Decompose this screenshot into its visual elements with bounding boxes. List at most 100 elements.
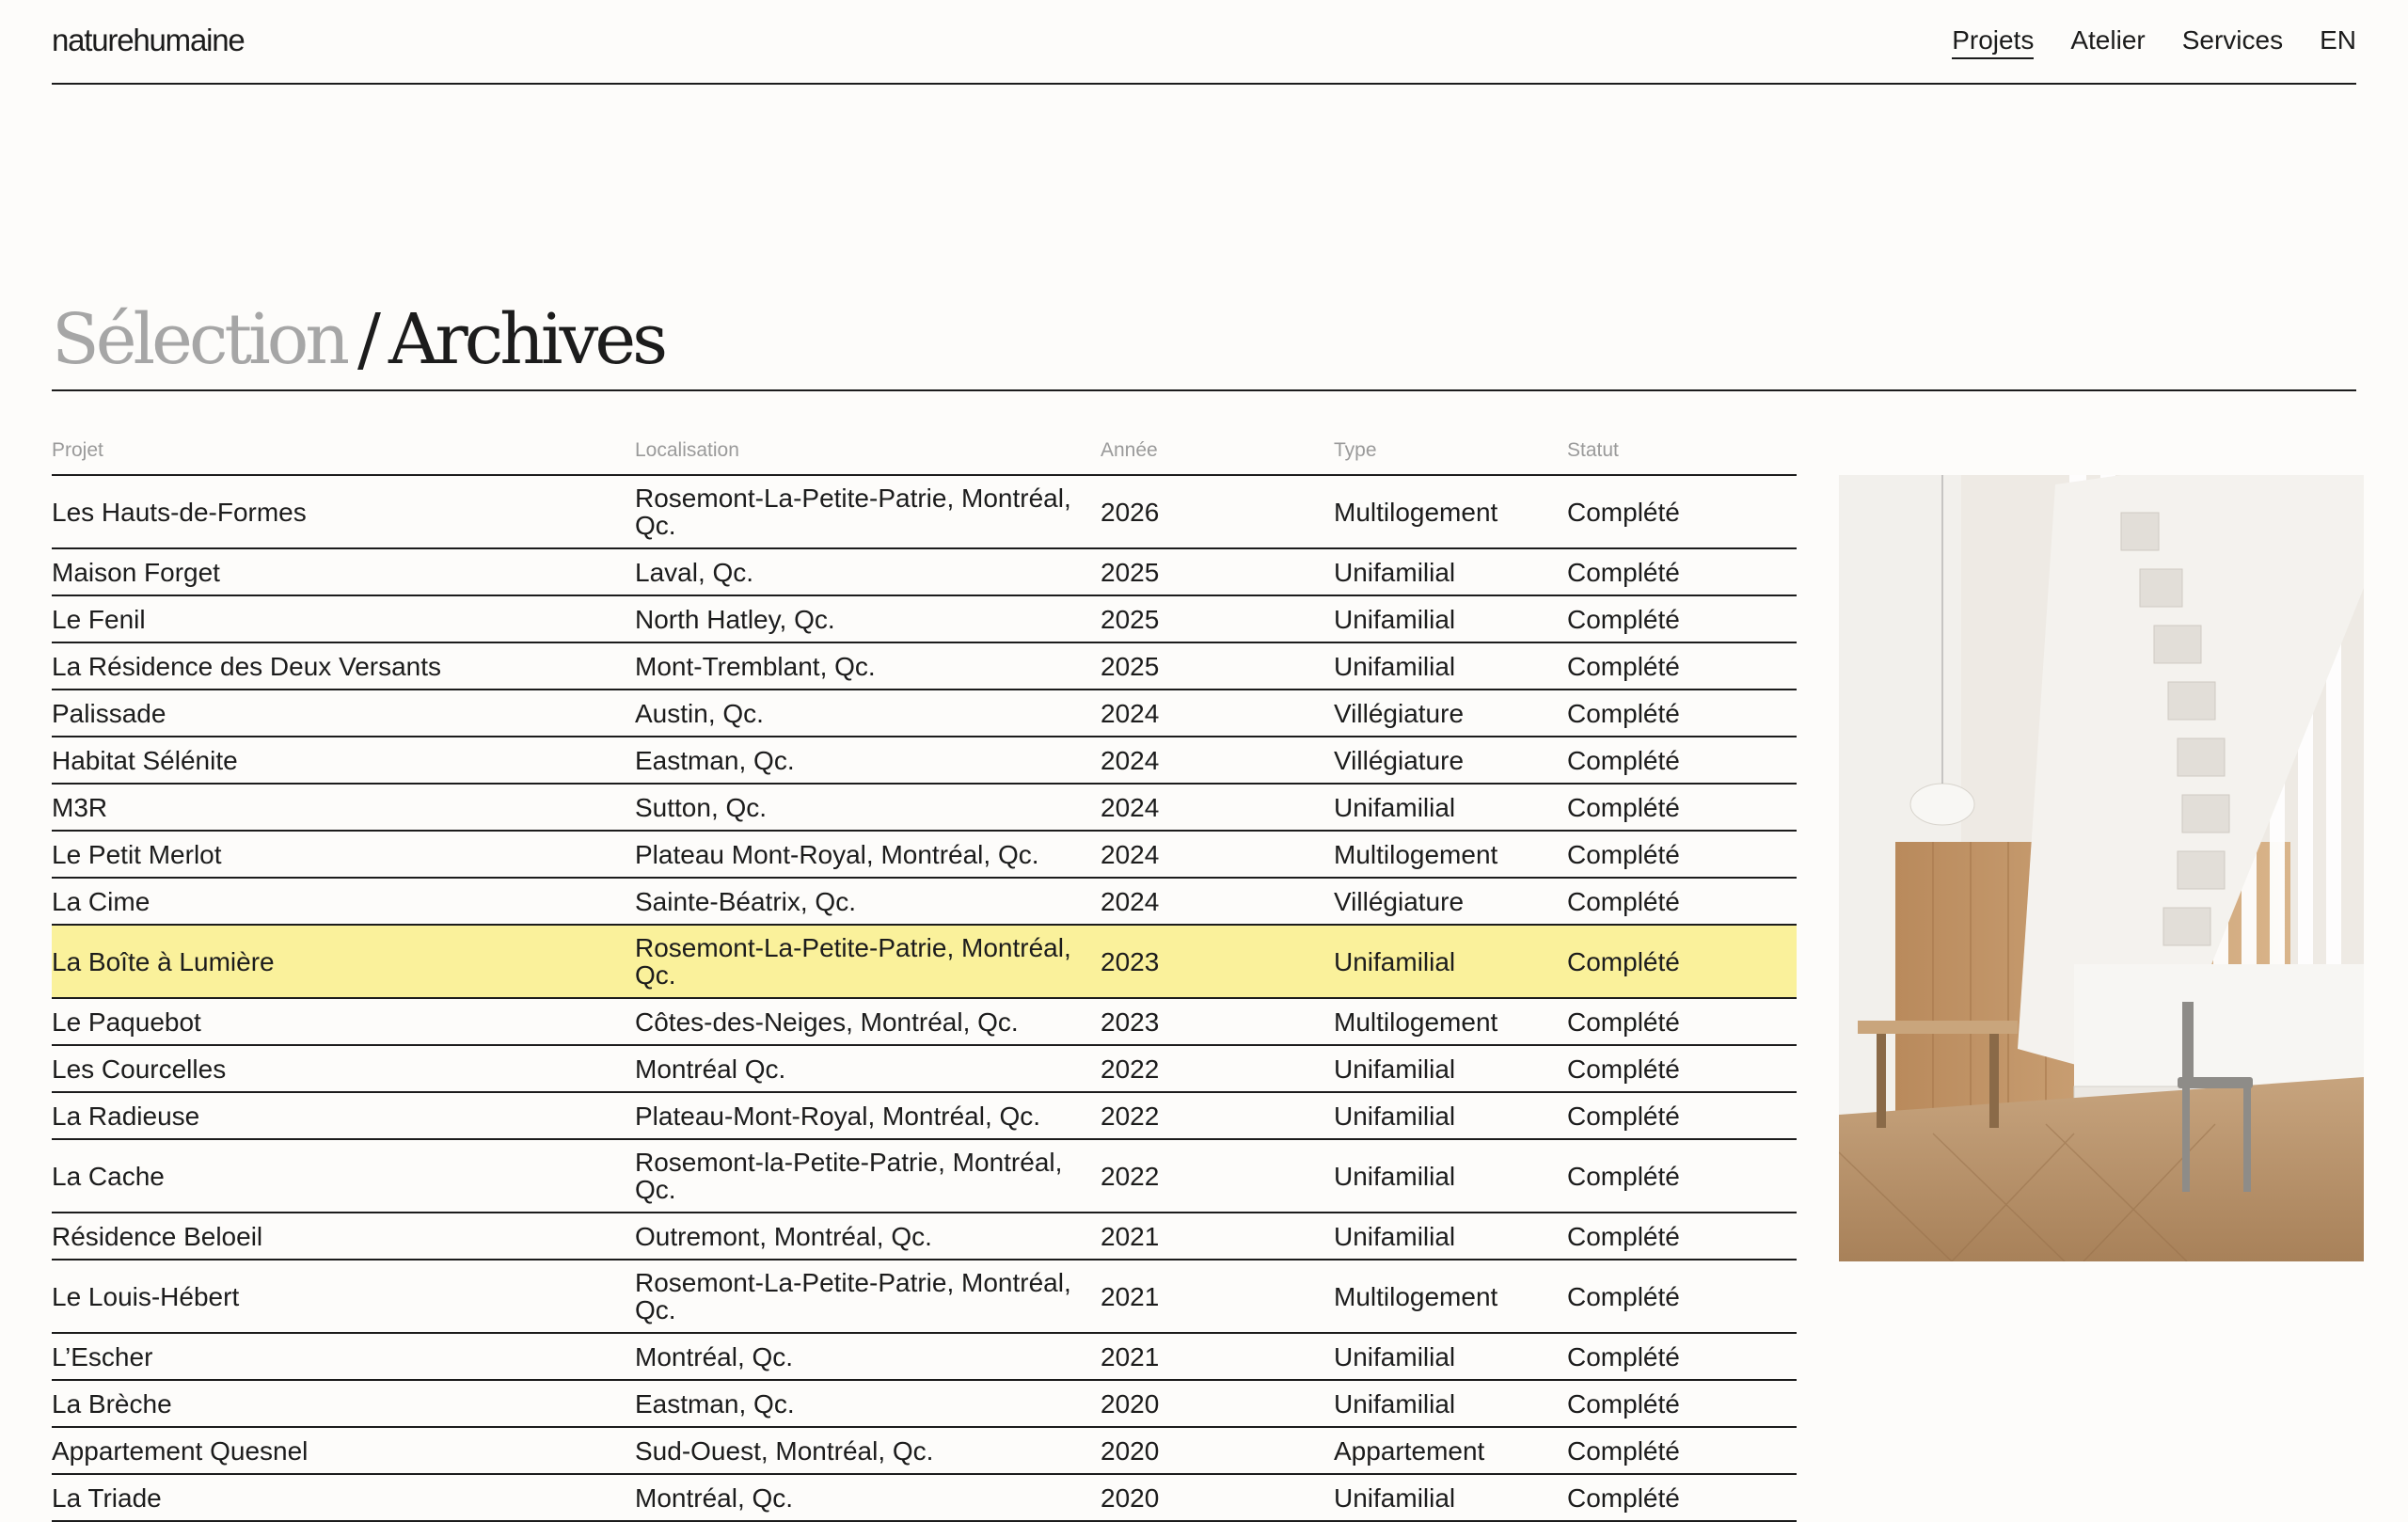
table-row[interactable]: Palissade Austin, Qc. 2024 Villégiature Comp…: [52, 690, 1797, 737]
year-cell: 2023: [1101, 1007, 1160, 1037]
project-name-cell: La Cime: [52, 886, 150, 916]
location-cell: Outremont, Montréal, Qc.: [635, 1221, 932, 1251]
nav-projets[interactable]: Projets: [1952, 25, 2035, 59]
table-row[interactable]: La Cime Sainte-Béatrix, Qc. 2024 Villégiatu…: [52, 879, 1797, 926]
year-cell: 2020: [1101, 1435, 1160, 1466]
project-name-cell: Résidence Beloeil: [52, 1221, 263, 1251]
year-cell: 2025: [1101, 651, 1160, 681]
table-row[interactable]: La Cache Rosemont-la-Petite-Patrie, Montr…: [52, 1140, 1797, 1213]
table-row[interactable]: La Radieuse Plateau-Mont-Royal, Montréal,…: [52, 1093, 1797, 1140]
projects-table: Projet Localisation Année Type Statut Le…: [52, 421, 1797, 1522]
status-cell: Complété: [1567, 1161, 1680, 1191]
table-row[interactable]: Appartement Quesnel Sud-Ouest, Montréal, …: [52, 1428, 1797, 1475]
status-cell: Complété: [1567, 745, 1680, 775]
location-cell: Rosemont-La-Petite-Patrie, Montréal, Qc.: [635, 933, 1071, 990]
table-row[interactable]: Résidence Beloeil Outremont, Montréal, Qc…: [52, 1213, 1797, 1260]
type-cell: Unifamilial: [1334, 604, 1456, 634]
location-cell: Rosemont-La-Petite-Patrie, Montréal, Qc.: [635, 1268, 1071, 1324]
type-cell: Multilogement: [1334, 839, 1498, 869]
location-cell: Montréal, Qc.: [635, 1482, 794, 1513]
selection-view-link[interactable]: Sélection: [52, 299, 350, 380]
year-cell: 2022: [1101, 1101, 1160, 1131]
year-cell: 2024: [1101, 886, 1160, 916]
type-cell: Multilogement: [1334, 1281, 1498, 1311]
page-title-section: Sélection / Archives: [52, 282, 2356, 391]
status-cell: Complété: [1567, 1388, 1680, 1419]
table-row[interactable]: Le Fenil North Hatley, Qc. 2025 Unifamilial…: [52, 596, 1797, 643]
project-name-cell: La Triade: [52, 1482, 162, 1513]
year-cell: 2026: [1101, 497, 1160, 527]
table-row[interactable]: Habitat Sélénite Eastman, Qc. 2024 Villégia…: [52, 737, 1797, 785]
status-cell: Complété: [1567, 1341, 1680, 1371]
project-name-cell: Les Hauts-de-Formes: [52, 497, 307, 527]
project-name-cell: La Cache: [52, 1161, 165, 1191]
year-cell: 2021: [1101, 1221, 1160, 1251]
type-cell: Unifamilial: [1334, 1341, 1456, 1371]
location-cell: Eastman, Qc.: [635, 745, 795, 775]
type-cell: Multilogement: [1334, 497, 1498, 527]
year-cell: 2021: [1101, 1281, 1160, 1311]
project-name-cell: Les Courcelles: [52, 1054, 227, 1084]
table-row[interactable]: Le Louis-Hébert Rosemont-La-Petite-Patrie…: [52, 1260, 1797, 1334]
year-cell: 2020: [1101, 1482, 1160, 1513]
column-header-projet: Projet: [52, 439, 103, 461]
type-cell: Villégiature: [1334, 886, 1465, 916]
status-cell: Complété: [1567, 1482, 1680, 1513]
table-row[interactable]: La Brèche Eastman, Qc. 2020 Unifamilial Comp…: [52, 1381, 1797, 1428]
location-cell: Sud-Ouest, Montréal, Qc.: [635, 1435, 934, 1466]
table-row[interactable]: La Triade Montréal, Qc. 2020 Unifamilial Com…: [52, 1475, 1797, 1522]
status-cell: Complété: [1567, 497, 1680, 527]
status-cell: Complété: [1567, 1435, 1680, 1466]
table-row[interactable]: Les Hauts-de-Formes Rosemont-La-Petite-Pa…: [52, 476, 1797, 549]
project-name-cell: La Radieuse: [52, 1101, 200, 1131]
project-name-cell: Le Louis-Hébert: [52, 1281, 240, 1311]
location-cell: Mont-Tremblant, Qc.: [635, 651, 876, 681]
location-cell: Sainte-Béatrix, Qc.: [635, 886, 856, 916]
table-row[interactable]: La Résidence des Deux Versants Mont-Tremb…: [52, 643, 1797, 690]
status-cell: Complété: [1567, 1281, 1680, 1311]
location-cell: Sutton, Qc.: [635, 792, 768, 822]
nav-services[interactable]: Services: [2182, 25, 2283, 59]
table-row[interactable]: M3R Sutton, Qc. 2024 Unifamilial Complété: [52, 785, 1797, 832]
location-cell: Rosemont-La-Petite-Patrie, Montréal, Qc.: [635, 484, 1071, 540]
location-cell: Rosemont-la-Petite-Patrie, Montréal, Qc.: [635, 1148, 1063, 1204]
table-header: Projet Localisation Année Type Statut: [52, 421, 1797, 476]
project-name-cell: Le Paquebot: [52, 1007, 201, 1037]
table-row[interactable]: L’Escher Montréal, Qc. 2021 Unifamilial Comp…: [52, 1334, 1797, 1381]
project-name-cell: La Boîte à Lumière: [52, 946, 275, 976]
nav-atelier[interactable]: Atelier: [2070, 25, 2145, 59]
status-cell: Complété: [1567, 604, 1680, 634]
site-header: naturehumaine Projets Atelier Services E…: [52, 0, 2356, 85]
location-cell: Montréal Qc.: [635, 1054, 786, 1084]
table-row[interactable]: La Boîte à Lumière Rosemont-La-Petite-Pat…: [52, 926, 1797, 999]
location-cell: Montréal, Qc.: [635, 1341, 794, 1371]
status-cell: Complété: [1567, 1007, 1680, 1037]
column-header-annee: Année: [1101, 439, 1158, 461]
type-cell: Multilogement: [1334, 1007, 1498, 1037]
project-name-cell: M3R: [52, 792, 108, 822]
status-cell: Complété: [1567, 651, 1680, 681]
year-cell: 2024: [1101, 698, 1160, 728]
project-name-cell: L’Escher: [52, 1341, 153, 1371]
status-cell: Complété: [1567, 698, 1680, 728]
archives-view-link[interactable]: Archives: [388, 299, 668, 380]
type-cell: Unifamilial: [1334, 651, 1456, 681]
year-cell: 2021: [1101, 1341, 1160, 1371]
logo[interactable]: naturehumaine: [52, 23, 246, 58]
column-header-statut: Statut: [1567, 439, 1619, 461]
year-cell: 2023: [1101, 946, 1160, 976]
type-cell: Unifamilial: [1334, 792, 1456, 822]
project-name-cell: Appartement Quesnel: [52, 1435, 309, 1466]
language-toggle[interactable]: EN: [2320, 25, 2356, 59]
table-row[interactable]: Le Paquebot Côtes-des-Neiges, Montréal, Q…: [52, 999, 1797, 1046]
project-name-cell: Palissade: [52, 698, 166, 728]
table-row[interactable]: Le Petit Merlot Plateau Mont-Royal, Montr…: [52, 832, 1797, 879]
table-row[interactable]: Les Courcelles Montréal Qc. 2022 Unifamilia…: [52, 1046, 1797, 1093]
location-cell: Plateau Mont-Royal, Montréal, Qc.: [635, 839, 1039, 869]
year-cell: 2025: [1101, 557, 1160, 587]
page-title: Sélection / Archives: [52, 299, 668, 380]
year-cell: 2024: [1101, 745, 1160, 775]
status-cell: Complété: [1567, 1101, 1680, 1131]
table-row[interactable]: Maison Forget Laval, Qc. 2025 Unifamilial Co…: [52, 549, 1797, 596]
location-cell: Plateau-Mont-Royal, Montréal, Qc.: [635, 1101, 1041, 1131]
